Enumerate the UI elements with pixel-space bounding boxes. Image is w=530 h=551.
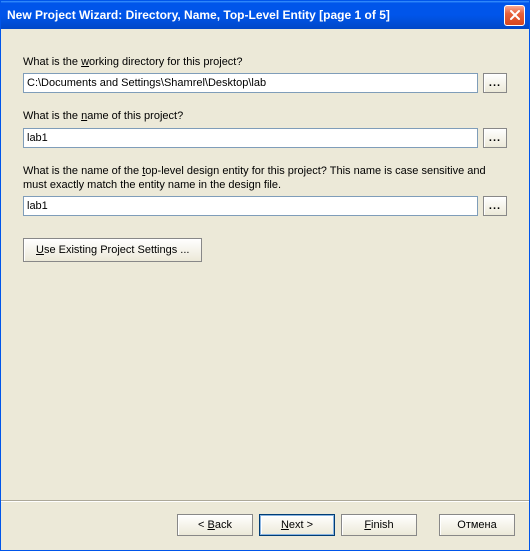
titlebar[interactable]: New Project Wizard: Directory, Name, Top… xyxy=(1,1,529,29)
project-name-input[interactable] xyxy=(23,128,478,148)
browse-name-button[interactable]: ... xyxy=(483,128,507,148)
close-button[interactable] xyxy=(504,5,525,26)
close-icon xyxy=(510,10,520,20)
next-button[interactable]: Next > xyxy=(259,514,335,536)
browse-dir-button[interactable]: ... xyxy=(483,73,507,93)
back-button[interactable]: < Back xyxy=(177,514,253,536)
working-dir-label: What is the working directory for this p… xyxy=(23,55,507,69)
top-level-input[interactable] xyxy=(23,196,478,216)
working-dir-group: What is the working directory for this p… xyxy=(23,55,507,93)
top-level-group: What is the name of the top-level design… xyxy=(23,164,507,217)
top-level-label: What is the name of the top-level design… xyxy=(23,164,507,193)
footer: < Back Next > Finish Отмена xyxy=(1,501,529,550)
cancel-button[interactable]: Отмена xyxy=(439,514,515,536)
window-title: New Project Wizard: Directory, Name, Top… xyxy=(7,8,504,22)
working-dir-input[interactable] xyxy=(23,73,478,93)
use-existing-button[interactable]: Use Existing Project Settings ... xyxy=(23,238,202,262)
wizard-window: New Project Wizard: Directory, Name, Top… xyxy=(0,0,530,551)
finish-button[interactable]: Finish xyxy=(341,514,417,536)
project-name-group: What is the name of this project? ... xyxy=(23,109,507,147)
browse-entity-button[interactable]: ... xyxy=(483,196,507,216)
content-area: What is the working directory for this p… xyxy=(1,29,529,501)
project-name-label: What is the name of this project? xyxy=(23,109,507,123)
